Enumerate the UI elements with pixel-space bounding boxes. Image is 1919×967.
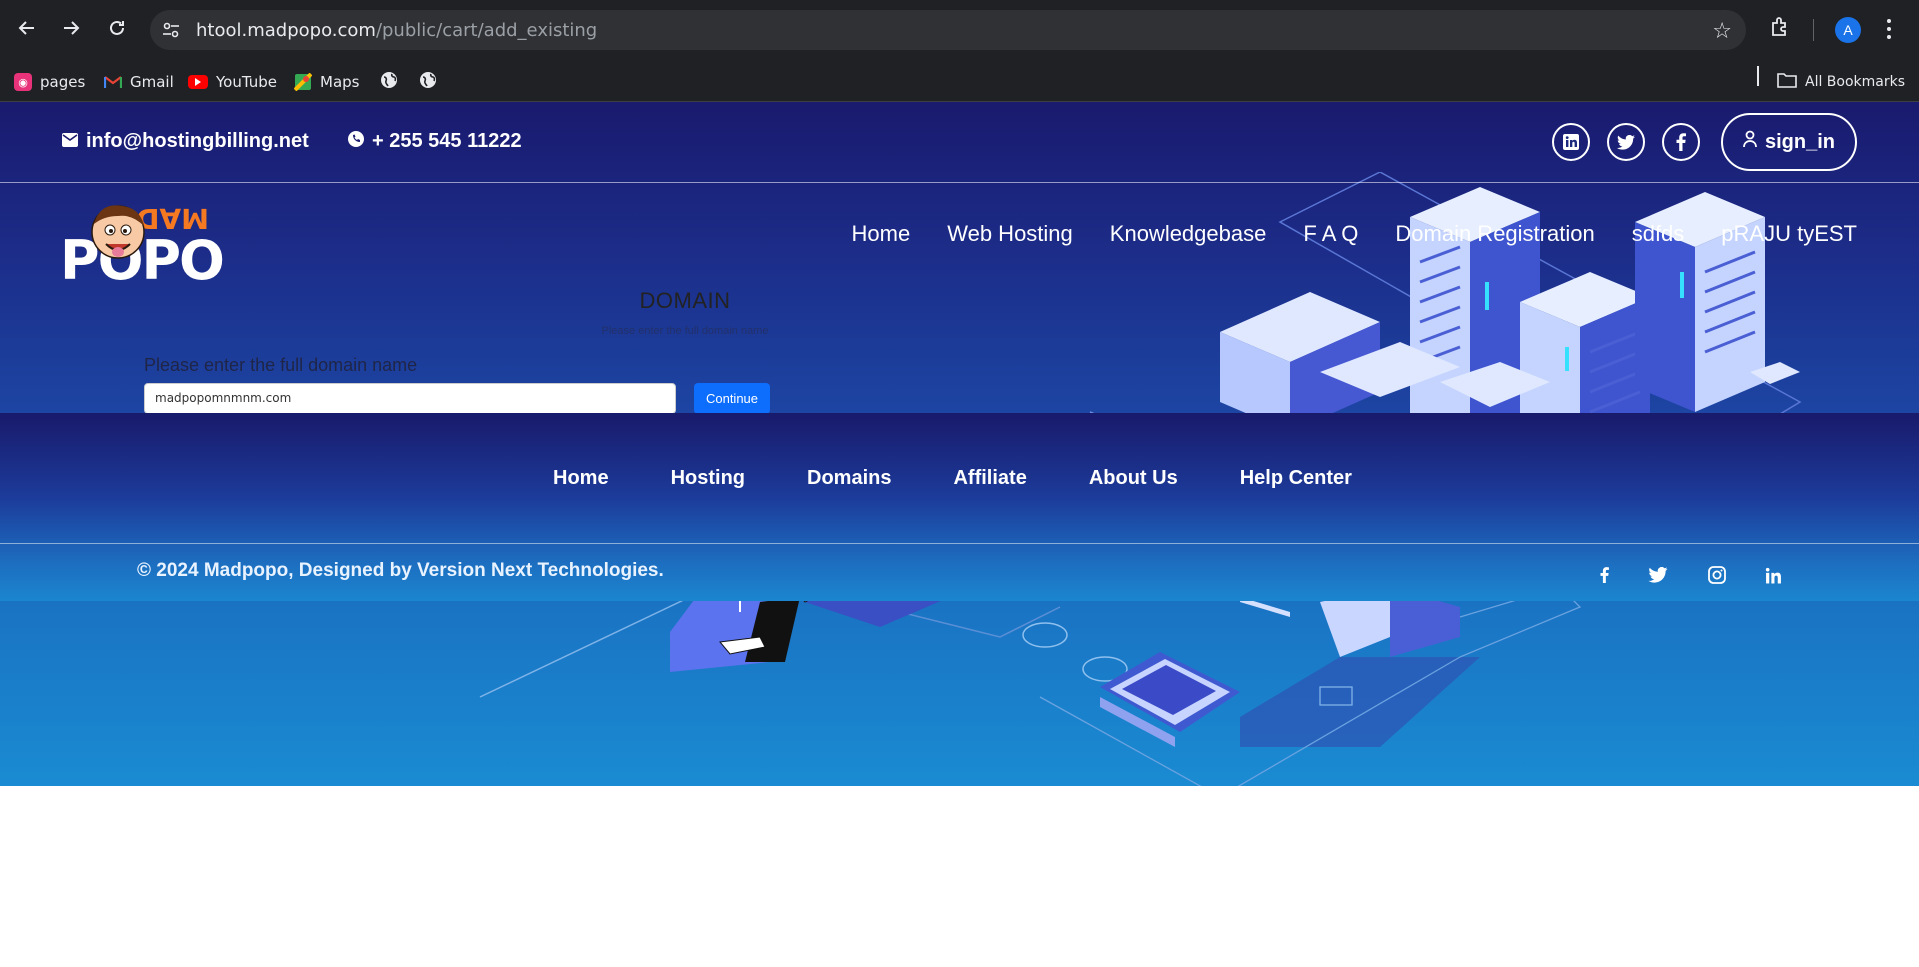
phone-icon [348,130,364,153]
person-with-tablet-illustration [670,582,826,672]
nav-web-hosting[interactable]: Web Hosting [947,221,1073,247]
nav-praju-tyest[interactable]: pRAJU tyEST [1721,221,1857,247]
domain-input[interactable]: madpopomnmnm.com [144,383,676,414]
profile-avatar[interactable]: A [1835,17,1861,43]
toolbar-divider [1813,19,1814,41]
gmail-icon [104,73,122,91]
page-content: info@hostingbilling.net + 255 545 11222 … [0,102,1919,786]
bookmarks-divider [1757,66,1759,86]
main-navigation: Home Web Hosting Knowledgebase F A Q Dom… [852,221,1857,247]
nav-domain-registration[interactable]: Domain Registration [1395,221,1594,247]
globe-icon [419,71,437,93]
twitter-icon[interactable] [1607,123,1645,161]
madpopo-logo[interactable]: MAD POPO [60,194,240,284]
url-path: /public/cart/add_existing [375,20,598,41]
twitter-icon[interactable] [1646,563,1670,587]
bookmark-globe-1[interactable] [380,71,398,93]
footer-link-home[interactable]: Home [553,467,609,490]
nav-faq[interactable]: F A Q [1303,221,1358,247]
email-text: info@hostingbilling.net [86,130,309,152]
url-text[interactable]: htool.madpopo.com/public/cart/add_existi… [196,20,597,41]
site-settings-icon[interactable] [162,21,180,39]
bookmark-maps[interactable]: Maps [294,71,359,93]
footer-link-affiliate[interactable]: Affiliate [953,467,1026,490]
extensions-icon[interactable] [1768,15,1792,44]
copyright-text: © 2024 Madpopo, Designed by Version Next… [137,560,664,581]
footer-links: Home Hosting Domains Affiliate About Us … [553,467,1352,490]
bookmark-youtube[interactable]: YouTube [188,71,277,93]
globe-icon [380,71,398,93]
linkedin-icon[interactable] [1761,563,1785,587]
menu-dots-icon[interactable] [1885,17,1893,46]
footer-nav: Home Hosting Domains Affiliate About Us … [0,413,1919,544]
folder-icon [1777,72,1797,92]
user-icon [1743,130,1757,154]
bookmark-label: Gmail [130,73,174,91]
bookmark-globe-2[interactable] [419,71,437,93]
footer-link-hosting[interactable]: Hosting [671,467,745,490]
bookmark-label: pages [40,73,86,91]
domain-heading: DOMAIN [639,288,731,313]
bookmark-label: Maps [320,73,360,91]
envelope-icon [62,130,78,153]
continue-button[interactable]: Continue [694,383,770,414]
footer-link-about-us[interactable]: About Us [1089,467,1178,490]
nav-sdfds[interactable]: sdfds [1632,221,1685,247]
footer-link-help-center[interactable]: Help Center [1240,467,1352,490]
linkedin-icon[interactable] [1552,123,1590,161]
reload-icon[interactable] [102,13,132,43]
browser-toolbar: htool.madpopo.com/public/cart/add_existi… [0,0,1919,61]
address-bar[interactable]: htool.madpopo.com/public/cart/add_existi… [150,10,1746,50]
nav-knowledgebase[interactable]: Knowledgebase [1110,221,1267,247]
all-bookmarks-label: All Bookmarks [1805,74,1906,90]
bookmark-label: YouTube [216,73,277,91]
domain-input-label: Please enter the full domain name [144,355,418,375]
bookmark-pages[interactable]: ◉ pages [14,71,85,93]
footer-link-domains[interactable]: Domains [807,467,891,490]
footer: Home Hosting Domains Affiliate About Us … [0,413,1919,601]
domain-subheading: Please enter the full domain name [601,325,769,337]
sign-in-button[interactable]: sign_in [1721,113,1857,171]
pages-icon: ◉ [14,73,32,91]
forward-icon[interactable] [56,13,86,43]
all-bookmarks[interactable]: All Bookmarks [1777,71,1905,93]
url-host: htool.madpopo.com [196,20,376,41]
email-contact[interactable]: info@hostingbilling.net [62,130,309,153]
instagram-icon[interactable] [1705,563,1729,587]
facebook-icon[interactable] [1592,563,1616,587]
facebook-icon[interactable] [1662,123,1700,161]
contact-bar: info@hostingbilling.net + 255 545 11222 … [0,102,1919,183]
bookmark-star-icon[interactable]: ☆ [1712,18,1732,44]
phone-contact[interactable]: + 255 545 11222 [348,130,522,153]
bookmarks-bar: ◉ pages Gmail YouTube Maps All Bookmarks [0,61,1919,102]
bookmark-gmail[interactable]: Gmail [104,71,174,93]
phone-text: + 255 545 11222 [372,130,522,152]
nav-home[interactable]: Home [852,221,911,247]
youtube-icon [188,75,208,89]
sign-in-label: sign_in [1764,130,1835,153]
back-icon[interactable] [12,13,42,43]
maps-icon [294,73,312,91]
